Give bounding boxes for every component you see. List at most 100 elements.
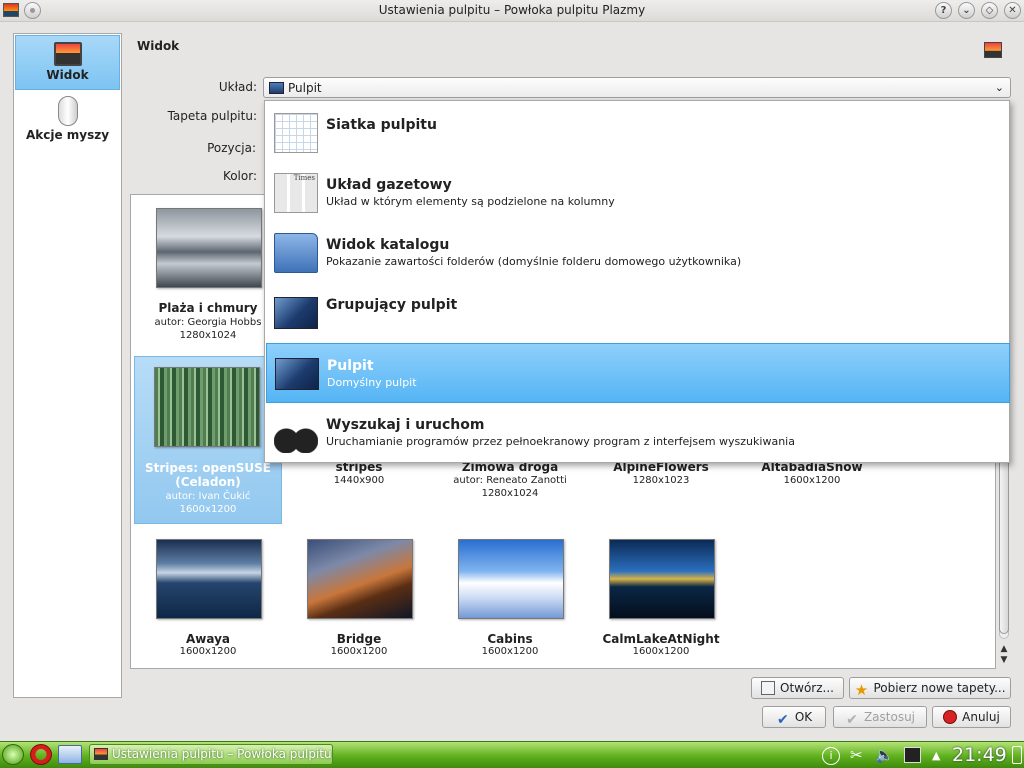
- sidebar: Widok Akcje myszy: [13, 33, 122, 698]
- wallpaper-item[interactable]: Plaża i chmury autor: Georgia Hobbs 1280…: [134, 200, 282, 368]
- section-title: Widok: [137, 39, 180, 53]
- scroll-down-icon[interactable]: ▼: [997, 655, 1011, 665]
- tray-expand-icon[interactable]: ▲: [932, 749, 940, 762]
- layout-option-newspaper[interactable]: Times Układ gazetowy Układ w którym elem…: [266, 163, 1010, 223]
- star-icon: ★: [854, 681, 869, 699]
- binoculars-icon: [274, 413, 318, 453]
- position-label: Pozycja:: [207, 141, 256, 155]
- network-icon[interactable]: [904, 747, 921, 763]
- ok-button-label: OK: [794, 710, 813, 724]
- wallpaper-size: 1280x1024: [179, 330, 237, 341]
- info-icon[interactable]: i: [822, 747, 840, 765]
- monitor-icon: [94, 748, 108, 760]
- layout-option-title: Widok katalogu: [326, 237, 450, 253]
- volume-icon[interactable]: 🔈: [875, 746, 894, 764]
- grid-icon: [274, 113, 318, 153]
- open-button-label: Otwórz...: [780, 681, 834, 695]
- open-button[interactable]: Otwórz...: [751, 677, 844, 699]
- color-label: Kolor:: [222, 169, 257, 183]
- desktop-icon: [275, 358, 319, 390]
- scissors-icon[interactable]: ✂: [850, 746, 863, 764]
- layout-option-grouping-desktop[interactable]: Grupujący pulpit: [266, 283, 1010, 343]
- wallpaper-size: 1280x1023: [632, 475, 690, 486]
- newspaper-icon: Times: [274, 173, 318, 213]
- taskbar-clock[interactable]: 21:49: [952, 744, 1007, 766]
- wallpaper-item[interactable]: Awaya 1600x1200: [134, 531, 282, 699]
- newspaper-icon-label: Times: [293, 174, 315, 182]
- taskbar-task-settings[interactable]: Ustawienia pulpitu – Powłoka pulpitu P: [89, 744, 333, 765]
- layout-option-desc: Uruchamianie programów przez pełnoekrano…: [326, 435, 795, 448]
- layout-option-desc: Układ w którym elementy są podzielone na…: [326, 195, 615, 208]
- wallpaper-size: 1600x1200: [481, 646, 539, 657]
- monitor-icon: [53, 42, 82, 66]
- help-button[interactable]: ?: [935, 2, 952, 19]
- cancel-button[interactable]: Anuluj: [932, 706, 1011, 728]
- minimize-button[interactable]: ⌄: [958, 2, 975, 19]
- application-launcher-icon[interactable]: [2, 744, 24, 765]
- file-manager-icon[interactable]: [58, 745, 82, 764]
- wallpaper-thumbnail: [609, 539, 715, 619]
- layout-combo-value: Pulpit: [288, 81, 322, 95]
- wallpaper-size: 1440x900: [333, 475, 385, 486]
- window-title: Ustawienia pulpitu – Powłoka pulpitu Pla…: [378, 3, 646, 17]
- close-button[interactable]: ✕: [1004, 2, 1021, 19]
- layout-option-desc: Pokazanie zawartości folderów (domyślnie…: [326, 255, 742, 268]
- layout-option-title: Wyszukaj i uruchom: [326, 417, 485, 433]
- layout-option-title: Układ gazetowy: [326, 177, 452, 193]
- wallpaper-author: autor: Ivan Čukić: [165, 491, 251, 502]
- check-icon: ✔: [776, 712, 789, 728]
- layout-label: Układ:: [218, 80, 257, 94]
- cancel-button-label: Anuluj: [962, 710, 1000, 724]
- layout-option-desc: Domyślny pulpit: [327, 376, 417, 389]
- layout-option-desktop[interactable]: Pulpit Domyślny pulpit: [266, 343, 1010, 403]
- maximize-button[interactable]: ◇: [981, 2, 998, 19]
- wallpaper-size: 1600x1200: [632, 646, 690, 657]
- sidebar-item-mouse-actions[interactable]: Akcje myszy: [15, 94, 120, 149]
- wallpaper-item[interactable]: Bridge 1600x1200: [285, 531, 433, 699]
- layout-popup-list[interactable]: Siatka pulpitu Times Układ gazetowy Ukła…: [264, 100, 1010, 463]
- wallpaper-item[interactable]: Cabins 1600x1200: [436, 531, 584, 699]
- layout-option-grid[interactable]: Siatka pulpitu: [266, 103, 1010, 163]
- wallpaper-thumbnail: [307, 539, 413, 619]
- wallpaper-item[interactable]: CalmLakeAtNight 1600x1200: [587, 531, 735, 699]
- layout-option-title: Siatka pulpitu: [326, 117, 437, 133]
- show-desktop-icon[interactable]: [1012, 746, 1022, 764]
- scroll-up-icon[interactable]: ▲: [997, 644, 1011, 654]
- wallpaper-thumbnail: [458, 539, 564, 619]
- sidebar-item-view[interactable]: Widok: [15, 35, 120, 90]
- check-icon: ✔: [846, 712, 858, 728]
- sidebar-item-label: Akcje myszy: [25, 128, 110, 142]
- wallpaper-label: Tapeta pulpitu:: [167, 109, 257, 123]
- wallpaper-name: Awaya: [185, 632, 231, 646]
- folder-icon: [274, 233, 318, 273]
- title-bar[interactable]: Ustawienia pulpitu – Powłoka pulpitu Pla…: [0, 0, 1024, 22]
- get-new-wallpapers-label: Pobierz nowe tapety...: [873, 681, 1006, 695]
- desktop-icon: [269, 82, 284, 94]
- sidebar-item-label: Widok: [46, 68, 89, 82]
- wallpaper-size: 1280x1024: [481, 488, 539, 499]
- wallpaper-author: autor: Georgia Hobbs: [154, 317, 262, 328]
- cancel-icon: [943, 710, 958, 724]
- wallpaper-name: Plaża i chmury: [158, 301, 258, 315]
- wallpaper-size: 1600x1200: [179, 504, 237, 515]
- layout-combo[interactable]: Pulpit ⌄: [263, 77, 1011, 98]
- desktop-icon: [274, 297, 318, 329]
- layout-option-title: Pulpit: [327, 358, 374, 374]
- ok-button[interactable]: ✔ OK: [762, 706, 826, 728]
- apply-button-label: Zastosuj: [863, 710, 916, 724]
- wallpaper-name: Bridge: [336, 632, 382, 646]
- mouse-icon: [57, 96, 78, 126]
- wallpaper-thumbnail: [156, 539, 262, 619]
- wallpaper-thumbnail: [154, 367, 260, 447]
- opera-browser-icon[interactable]: [30, 744, 52, 765]
- document-icon: [761, 681, 775, 695]
- get-new-wallpapers-button[interactable]: ★ Pobierz nowe tapety...: [849, 677, 1011, 699]
- layout-option-title: Grupujący pulpit: [326, 297, 458, 313]
- apply-button[interactable]: ✔ Zastosuj: [833, 706, 927, 728]
- layout-option-search-launch[interactable]: Wyszukaj i uruchom Uruchamianie programó…: [266, 403, 1010, 463]
- wallpaper-item-selected[interactable]: Stripes: openSUSE (Celadon) autor: Ivan …: [134, 356, 282, 524]
- chevron-down-icon: ⌄: [994, 81, 1004, 94]
- wallpaper-size: 1600x1200: [179, 646, 237, 657]
- wallpaper-thumbnail: [156, 208, 262, 288]
- layout-option-folder-view[interactable]: Widok katalogu Pokazanie zawartości fold…: [266, 223, 1010, 283]
